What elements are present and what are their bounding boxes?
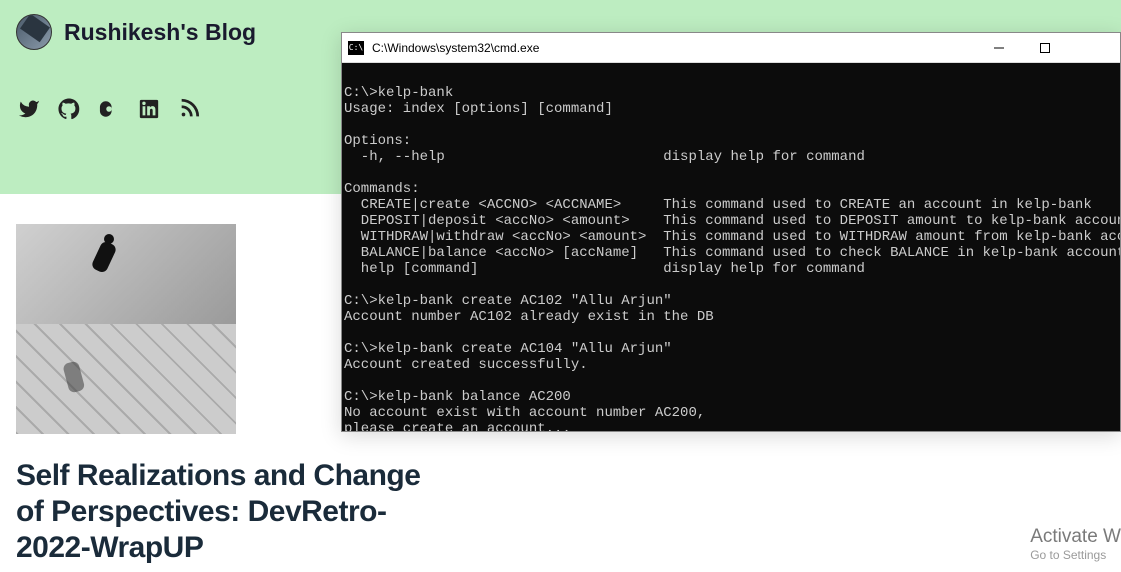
minimize-button[interactable] xyxy=(976,34,1022,62)
twitter-icon[interactable] xyxy=(18,98,40,125)
cmd-window-title: C:\Windows\system32\cmd.exe xyxy=(372,41,539,55)
linkedin-icon[interactable] xyxy=(138,98,160,125)
cmd-window[interactable]: C:\ C:\Windows\system32\cmd.exe C:\>kelp… xyxy=(341,32,1121,432)
windows-activation-watermark: Activate W Go to Settings xyxy=(1030,526,1121,562)
cmd-app-icon: C:\ xyxy=(348,41,364,55)
avatar[interactable] xyxy=(16,14,52,50)
window-controls xyxy=(976,34,1114,62)
cmd-terminal-output[interactable]: C:\>kelp-bank Usage: index [options] [co… xyxy=(342,63,1120,431)
blog-title[interactable]: Rushikesh's Blog xyxy=(64,19,256,46)
cmd-titlebar[interactable]: C:\ C:\Windows\system32\cmd.exe xyxy=(342,33,1120,63)
hashnode-icon[interactable] xyxy=(98,98,120,125)
rss-icon[interactable] xyxy=(178,98,200,125)
post-thumbnail xyxy=(16,224,236,434)
post-title[interactable]: Self Realizations and Change of Perspect… xyxy=(16,458,446,566)
github-icon[interactable] xyxy=(58,98,80,125)
maximize-button[interactable] xyxy=(1022,34,1068,62)
